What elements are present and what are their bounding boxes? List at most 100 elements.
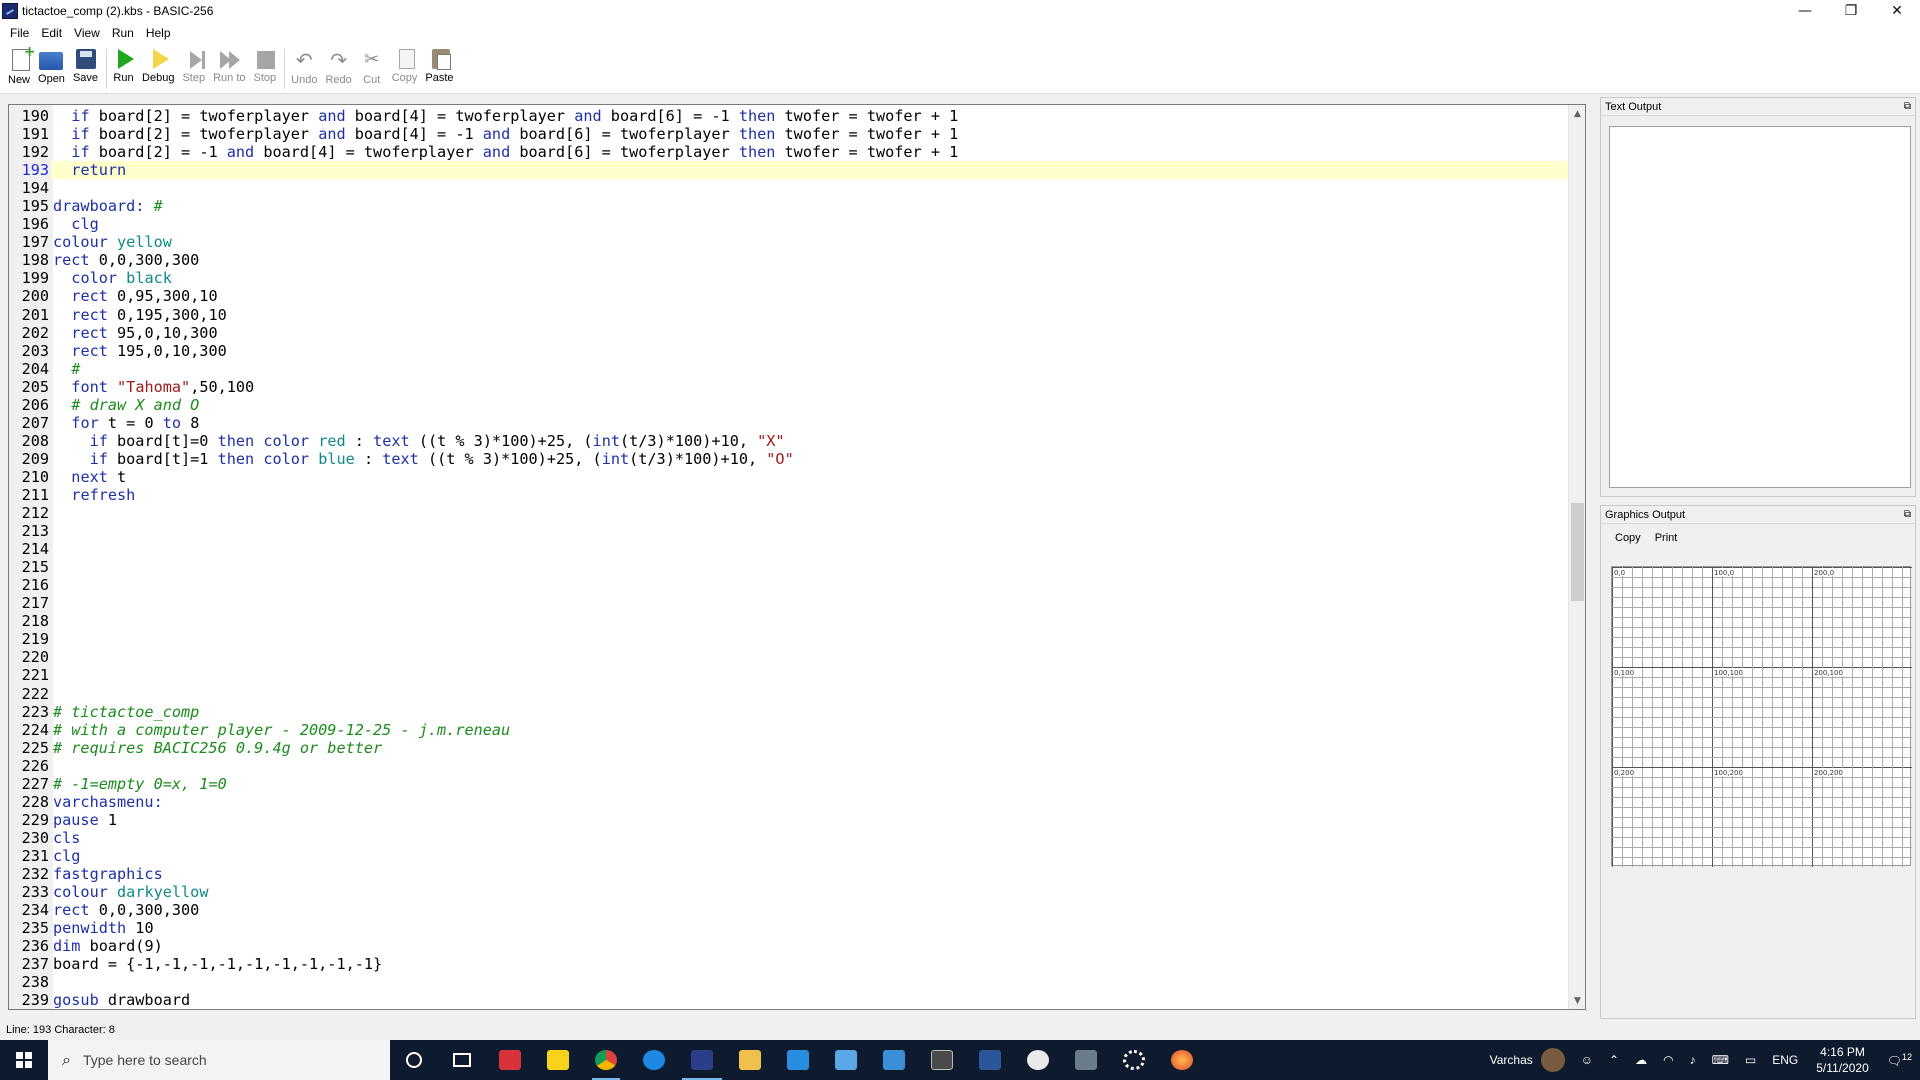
code-line[interactable]: 234 rect 0,0,300,300 — [9, 901, 1569, 920]
code-line[interactable]: 192 if board[2] = -1 and board[4] = twof… — [9, 143, 1569, 162]
code-line[interactable]: 225 # requires BACIC256 0.9.4g or better — [9, 738, 1569, 757]
vertical-scrollbar[interactable]: ▲ ▼ — [1568, 105, 1585, 1009]
code-line[interactable]: 207 for t = 0 to 8 — [9, 413, 1569, 432]
menu-view[interactable]: View — [68, 26, 106, 40]
basic256-taskbar-icon[interactable] — [678, 1040, 726, 1080]
code-line[interactable]: 198 rect 0,0,300,300 — [9, 251, 1569, 270]
open-button[interactable]: Open — [38, 44, 65, 92]
code-line[interactable]: 193 return — [9, 161, 1569, 180]
keyboard-icon[interactable]: ⌨ — [1704, 1053, 1737, 1067]
code-line[interactable]: 208 if board[t]=0 then color red : text … — [9, 431, 1569, 450]
stop-button[interactable]: Stop — [254, 44, 276, 92]
code-line[interactable]: 209 if board[t]=1 then color blue : text… — [9, 449, 1569, 468]
code-line[interactable]: 220 — [9, 648, 1569, 667]
code-line[interactable]: 210 next t — [9, 467, 1569, 486]
redo-button[interactable]: ↷ Redo — [325, 44, 351, 92]
code-line[interactable]: 229 pause 1 — [9, 810, 1569, 829]
run-button[interactable]: Run — [113, 44, 135, 92]
photos-icon[interactable] — [1062, 1040, 1110, 1080]
code-line[interactable]: 200 rect 0,95,300,10 — [9, 287, 1569, 306]
news-app-icon[interactable] — [486, 1040, 534, 1080]
people-icon[interactable]: ☺ — [1573, 1053, 1601, 1067]
code-line[interactable]: 224 # with a computer player - 2009-12-25… — [9, 720, 1569, 739]
code-line[interactable]: 206 # draw X and O — [9, 395, 1569, 414]
code-line[interactable]: 212 — [9, 504, 1569, 523]
new-button[interactable]: New — [8, 44, 36, 92]
input-indicator-icon[interactable]: ▭ — [1737, 1053, 1764, 1067]
onedrive-icon[interactable]: ☁ — [1627, 1053, 1655, 1067]
firefox-icon[interactable] — [1158, 1040, 1206, 1080]
code-line[interactable]: 215 — [9, 558, 1569, 577]
language-indicator[interactable]: ENG — [1764, 1053, 1806, 1067]
chrome-icon[interactable] — [582, 1040, 630, 1080]
undock-icon[interactable]: ⧉ — [1904, 98, 1911, 116]
taskbar-user-name[interactable]: Varchas — [1482, 1053, 1541, 1067]
code-line[interactable]: 236 dim board(9) — [9, 937, 1569, 956]
cut-button[interactable]: ✂ Cut — [360, 44, 384, 92]
code-line[interactable]: 231 clg — [9, 846, 1569, 865]
code-line[interactable]: 197 colour yellow — [9, 233, 1569, 252]
copy-button[interactable]: Copy — [392, 44, 417, 92]
calculator-icon[interactable] — [918, 1040, 966, 1080]
code-line[interactable]: 217 — [9, 594, 1569, 613]
step-button[interactable]: Step — [182, 44, 205, 92]
notification-center-icon[interactable]: 🗨︎12 — [1879, 1052, 1920, 1068]
code-line[interactable]: 232 fastgraphics — [9, 864, 1569, 883]
scroll-down-icon[interactable]: ▼ — [1569, 992, 1585, 1009]
graphics-print-button[interactable]: Print — [1655, 532, 1678, 544]
undock-icon[interactable]: ⧉ — [1904, 506, 1911, 524]
text-output-area[interactable] — [1609, 126, 1911, 488]
menu-edit[interactable]: Edit — [35, 26, 68, 40]
paste-button[interactable]: Paste — [425, 44, 454, 92]
code-line[interactable]: 216 — [9, 576, 1569, 595]
code-line[interactable]: 205 font "Tahoma",50,100 — [9, 377, 1569, 396]
code-line[interactable]: 237 board = {-1,-1,-1,-1,-1,-1,-1,-1,-1} — [9, 955, 1569, 974]
code-line[interactable]: 218 — [9, 612, 1569, 631]
cortana-icon[interactable] — [390, 1040, 438, 1080]
code-line[interactable]: 238 — [9, 973, 1569, 992]
code-line[interactable]: 223 # tictactoe_comp — [9, 702, 1569, 721]
minimize-button[interactable]: — — [1782, 0, 1828, 22]
remote-desktop-icon[interactable] — [870, 1040, 918, 1080]
close-button[interactable]: ✕ — [1874, 0, 1920, 22]
code-line[interactable]: 211 refresh — [9, 485, 1569, 504]
code-line[interactable]: 219 — [9, 630, 1569, 649]
code-line[interactable]: 230 cls — [9, 828, 1569, 847]
code-line[interactable]: 191 if board[2] = twoferplayer and board… — [9, 125, 1569, 144]
menu-file[interactable]: File — [4, 26, 35, 40]
code-line[interactable]: 203 rect 195,0,10,300 — [9, 341, 1569, 360]
code-line[interactable]: 235 penwidth 10 — [9, 919, 1569, 938]
restore-button[interactable]: ❐ — [1828, 0, 1874, 22]
scrollbar-thumb[interactable] — [1571, 503, 1584, 601]
graphics-canvas[interactable]: 0,0 100,0 200,0 0,100 100,100 200,100 0,200 100… — [1611, 566, 1913, 868]
code-line[interactable]: 196 clg — [9, 215, 1569, 234]
task-view-icon[interactable] — [438, 1040, 486, 1080]
start-button[interactable] — [0, 1040, 48, 1080]
code-line[interactable]: 201 rect 0,195,300,10 — [9, 305, 1569, 324]
code-line[interactable]: 228 varchasmenu: — [9, 792, 1569, 811]
code-line[interactable]: 227 # -1=empty 0=x, 1=0 — [9, 774, 1569, 793]
word-icon[interactable] — [966, 1040, 1014, 1080]
save-button[interactable]: Save — [73, 44, 98, 92]
menu-help[interactable]: Help — [140, 26, 177, 40]
code-line[interactable]: 204 # — [9, 359, 1569, 378]
code-line[interactable]: 233 colour darkyellow — [9, 883, 1569, 902]
code-line[interactable]: 195 drawboard: # — [9, 197, 1569, 216]
network-icon[interactable]: ◠ — [1655, 1053, 1681, 1067]
code-line[interactable]: 202 rect 95,0,10,300 — [9, 323, 1569, 342]
whiteboard-icon[interactable] — [1014, 1040, 1062, 1080]
undo-button[interactable]: ↶ Undo — [291, 44, 317, 92]
code-line[interactable]: 194 — [9, 179, 1569, 198]
taskbar-clock[interactable]: 4:16 PM 5/11/2020 — [1806, 1044, 1879, 1076]
avatar[interactable] — [1540, 1048, 1565, 1072]
code-line[interactable]: 221 — [9, 666, 1569, 685]
taskbar-search[interactable]: ⌕ Type here to search — [48, 1040, 390, 1080]
edge-icon[interactable] — [630, 1040, 678, 1080]
settings-gear-icon[interactable] — [1110, 1040, 1158, 1080]
scroll-up-icon[interactable]: ▲ — [1569, 105, 1585, 122]
graphics-copy-button[interactable]: Copy — [1615, 532, 1641, 544]
menu-run[interactable]: Run — [106, 26, 140, 40]
code-line[interactable]: 222 — [9, 684, 1569, 703]
code-line[interactable]: 199 color black — [9, 269, 1569, 288]
code-line[interactable]: 213 — [9, 522, 1569, 541]
